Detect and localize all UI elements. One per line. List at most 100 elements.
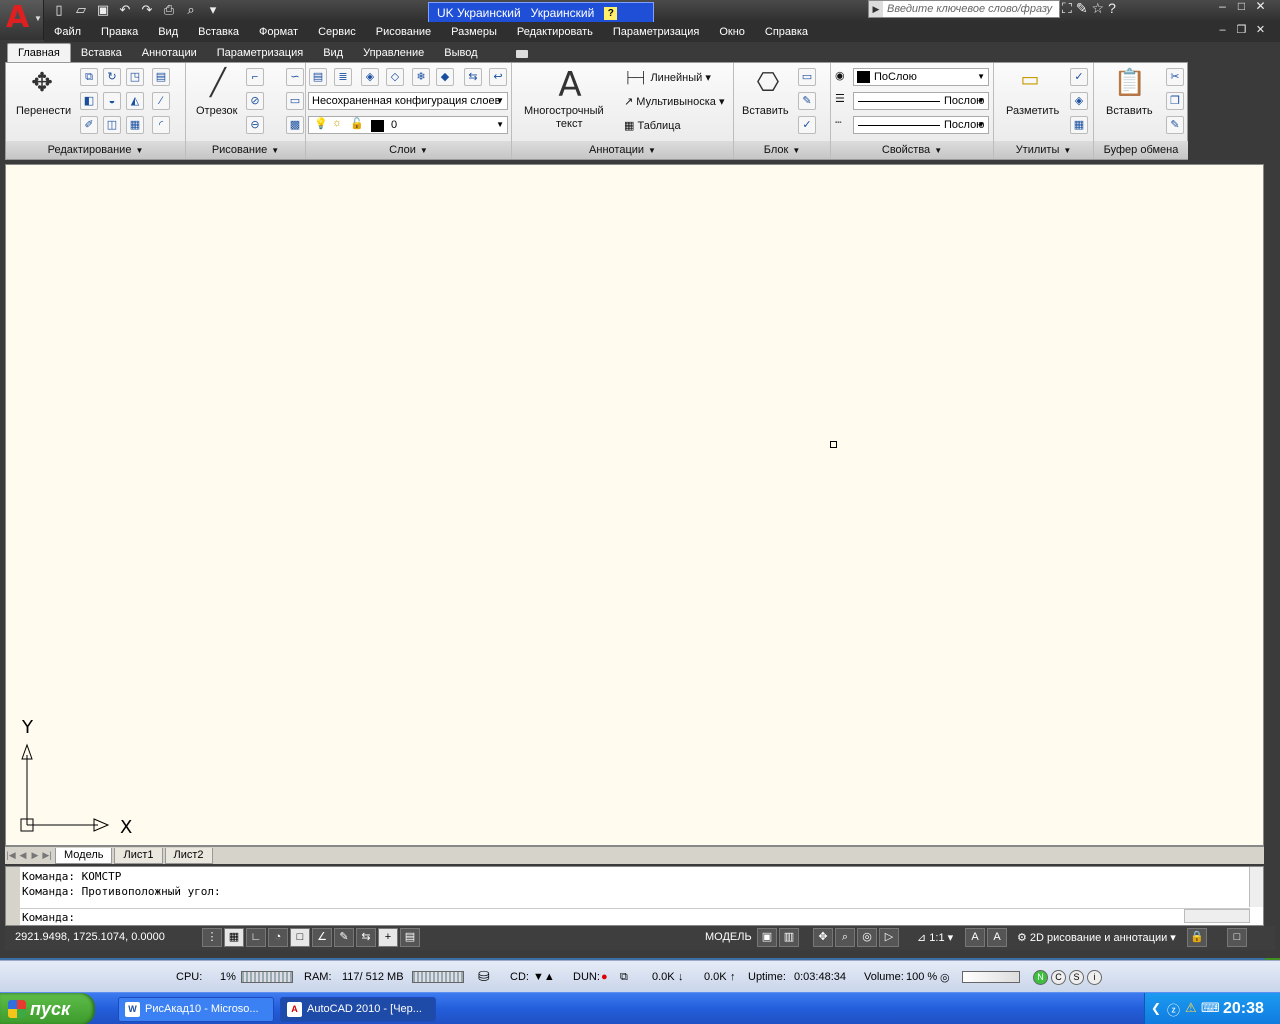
tab-manage[interactable]: Управление <box>353 44 434 62</box>
network-icon[interactable]: ⧉ <box>620 971 628 984</box>
tab-output[interactable]: Вывод <box>434 44 487 62</box>
print-preview-icon[interactable]: ⌕ <box>182 1 200 19</box>
snap-icon[interactable]: ▦ <box>224 928 244 947</box>
color-combo[interactable]: ПоСлою ▼ <box>853 68 989 86</box>
binoculars-icon[interactable]: ⛶ <box>1062 0 1072 17</box>
match-paste-icon[interactable]: ✎ <box>1166 116 1184 134</box>
mtext-label-2[interactable]: текст <box>556 118 583 130</box>
osnap-icon[interactable]: ∠ <box>312 928 332 947</box>
save-icon[interactable]: ▣ <box>94 1 112 19</box>
quick-select-icon[interactable]: ✓ <box>1070 68 1088 86</box>
annotation-visibility-icon[interactable]: A <box>965 928 985 947</box>
menu-draw[interactable]: Рисование <box>366 26 441 38</box>
pan-icon[interactable]: ✥ <box>813 928 833 947</box>
mtext-icon[interactable]: A <box>550 65 590 105</box>
clean-screen-icon[interactable]: □ <box>1227 928 1247 947</box>
start-button[interactable]: пуск <box>0 993 95 1024</box>
last-tab-icon[interactable]: ▶| <box>41 850 53 861</box>
lineweight-icon[interactable]: ☰ <box>835 92 845 105</box>
tab-home[interactable]: Главная <box>7 43 71 62</box>
menu-file[interactable]: Файл <box>44 26 91 38</box>
redo-icon[interactable]: ↷ <box>138 1 156 19</box>
help-icon[interactable]: ? <box>604 6 618 20</box>
language-indicator[interactable]: UK Украинский <box>437 6 521 20</box>
menu-edit[interactable]: Правка <box>91 26 148 38</box>
ducs-icon[interactable]: ⇆ <box>356 928 376 947</box>
scale-icon[interactable]: ◫ <box>103 116 121 134</box>
maximize-icon[interactable]: □ <box>1233 0 1250 14</box>
s-status-icon[interactable]: S <box>1069 970 1084 985</box>
panel-title-draw[interactable]: Рисование ▼ <box>186 141 305 159</box>
polar-icon[interactable]: □ <box>290 928 310 947</box>
language-bar[interactable]: UK Украинский Украинский ? <box>428 2 654 24</box>
command-hscrollbar[interactable] <box>1184 909 1250 923</box>
infer-constraints-icon[interactable]: ⋮ <box>202 928 222 947</box>
explode-icon[interactable]: ⁄ <box>152 92 170 110</box>
c-status-icon[interactable]: C <box>1051 970 1066 985</box>
offset-icon[interactable]: ◜ <box>152 116 170 134</box>
panel-title-modify[interactable]: Редактирование ▼ <box>6 141 185 159</box>
rotate-icon[interactable]: ↻ <box>103 68 121 86</box>
layer-state-combo[interactable]: Несохраненная конфигурация слоев ▼ <box>308 92 508 110</box>
ortho-icon[interactable]: ◔ <box>268 928 288 947</box>
layer-previous-icon[interactable]: ↩ <box>489 68 507 86</box>
tray-app-icon[interactable]: ⓩ <box>1167 1000 1180 1019</box>
prev-tab-icon[interactable]: ◀ <box>17 850 29 861</box>
spline-icon[interactable]: ∽ <box>286 68 304 86</box>
dyn-icon[interactable]: + <box>378 928 398 947</box>
mirror-icon[interactable]: ◧ <box>80 92 98 110</box>
copy-clip-icon[interactable]: ❐ <box>1166 92 1184 110</box>
taskbar-item-word[interactable]: W РисАкад10 - Microso... <box>118 997 274 1022</box>
ribbon-minimize-button[interactable] <box>515 50 528 58</box>
undo-icon[interactable]: ↶ <box>116 1 134 19</box>
tab-layout1[interactable]: Лист1 <box>114 847 163 864</box>
linetype-combo[interactable]: Послою ▼ <box>853 92 989 110</box>
measure-icon[interactable]: ▭ <box>1012 67 1048 92</box>
speaker-icon[interactable]: ◎ <box>940 971 950 984</box>
n-status-icon[interactable]: N <box>1033 970 1048 985</box>
mtext-label-1[interactable]: Многострочный <box>524 105 604 117</box>
id-point-icon[interactable]: ◈ <box>1070 92 1088 110</box>
menu-modify[interactable]: Редактировать <box>507 26 603 38</box>
annotation-scale[interactable]: ⊿ 1:1 ▾ <box>917 931 953 944</box>
doc-restore-icon[interactable]: ❐ <box>1233 24 1250 38</box>
clock[interactable]: 20:38 <box>1223 1000 1264 1018</box>
tab-layout2[interactable]: Лист2 <box>164 847 213 864</box>
quick-view-drawings-icon[interactable]: ▥ <box>779 928 799 947</box>
volume-slider[interactable] <box>962 971 1020 983</box>
linetype-icon[interactable]: ┄ <box>835 116 842 129</box>
doc-minimize-icon[interactable]: – <box>1214 24 1231 38</box>
linear-dim-button[interactable]: ├─┤ Линейный ▾ <box>624 71 711 84</box>
favorites-icon[interactable]: ☆ <box>1092 0 1105 17</box>
drawing-canvas[interactable]: Y X <box>5 164 1264 846</box>
showmotion-icon[interactable]: ▷ <box>879 928 899 947</box>
next-tab-icon[interactable]: ▶ <box>29 850 41 861</box>
steering-wheel-icon[interactable]: ◎ <box>857 928 877 947</box>
rectangle-icon[interactable]: ▭ <box>286 92 304 110</box>
quick-view-layouts-icon[interactable]: ▣ <box>757 928 777 947</box>
expand-icon[interactable]: ▶ <box>869 1 883 17</box>
minimize-icon[interactable]: – <box>1214 0 1231 14</box>
coordinates-display[interactable]: 2921.9498, 1725.1074, 0.0000 <box>15 931 165 943</box>
auto-scale-icon[interactable]: A <box>987 928 1007 947</box>
circle-icon[interactable]: ⊘ <box>246 92 264 110</box>
paste-label[interactable]: Вставить <box>1106 105 1153 117</box>
drive-icon[interactable]: ⛁ <box>478 968 490 985</box>
panel-title-properties[interactable]: Свойства ▼ <box>831 141 993 159</box>
fillet-icon[interactable]: ◒ <box>103 92 121 110</box>
layer-lock-icon[interactable]: ◆ <box>436 68 454 86</box>
ellipse-icon[interactable]: ⊖ <box>246 116 264 134</box>
menu-insert[interactable]: Вставка <box>188 26 249 38</box>
move-label[interactable]: Перенести <box>16 105 71 117</box>
otrack-icon[interactable]: ✎ <box>334 928 354 947</box>
block-attributes-icon[interactable]: ✓ <box>798 116 816 134</box>
panel-title-clipboard[interactable]: Буфер обмена <box>1094 141 1188 159</box>
sun-icon[interactable]: ☼ <box>332 117 342 129</box>
menu-window[interactable]: Окно <box>709 26 755 38</box>
menu-view[interactable]: Вид <box>148 26 188 38</box>
zoom-icon[interactable]: ⌕ <box>835 928 855 947</box>
lineweight-combo[interactable]: Послою ▼ <box>853 116 989 134</box>
stretch-icon[interactable]: ✐ <box>80 116 98 134</box>
panel-title-block[interactable]: Блок ▼ <box>734 141 830 159</box>
layer-match-icon[interactable]: ⇆ <box>464 68 482 86</box>
